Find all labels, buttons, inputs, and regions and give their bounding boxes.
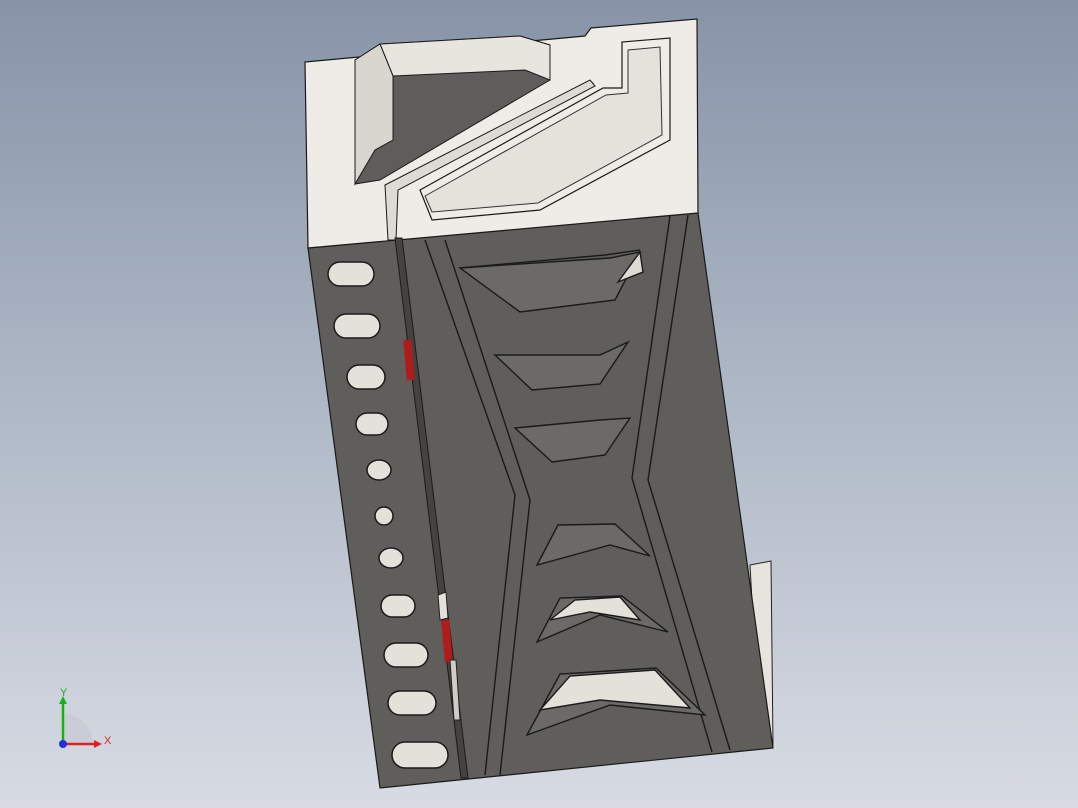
triad-x-arrow: [94, 740, 102, 748]
3d-model-view[interactable]: [0, 0, 1078, 808]
round-hole: [366, 459, 392, 481]
triad-y-label: Y: [60, 687, 68, 699]
slot-hole: [327, 261, 375, 287]
coordinate-triad: Y X: [40, 684, 120, 754]
slot-hole: [383, 642, 429, 668]
model-lower-light-bit: [437, 591, 449, 621]
triad-z-axis: [59, 740, 67, 748]
slot-hole: [333, 313, 381, 339]
slot-hole: [346, 364, 386, 390]
triad-arc: [63, 714, 93, 744]
slot-hole: [380, 594, 416, 618]
triad-svg: Y X: [59, 687, 112, 748]
triad-x-label: X: [104, 735, 112, 747]
slot-hole: [391, 741, 449, 769]
round-hole: [374, 506, 394, 526]
slot-hole: [387, 690, 437, 716]
round-hole: [378, 547, 404, 569]
graphics-viewport[interactable]: Y X: [0, 0, 1078, 808]
slot-hole: [355, 412, 389, 436]
